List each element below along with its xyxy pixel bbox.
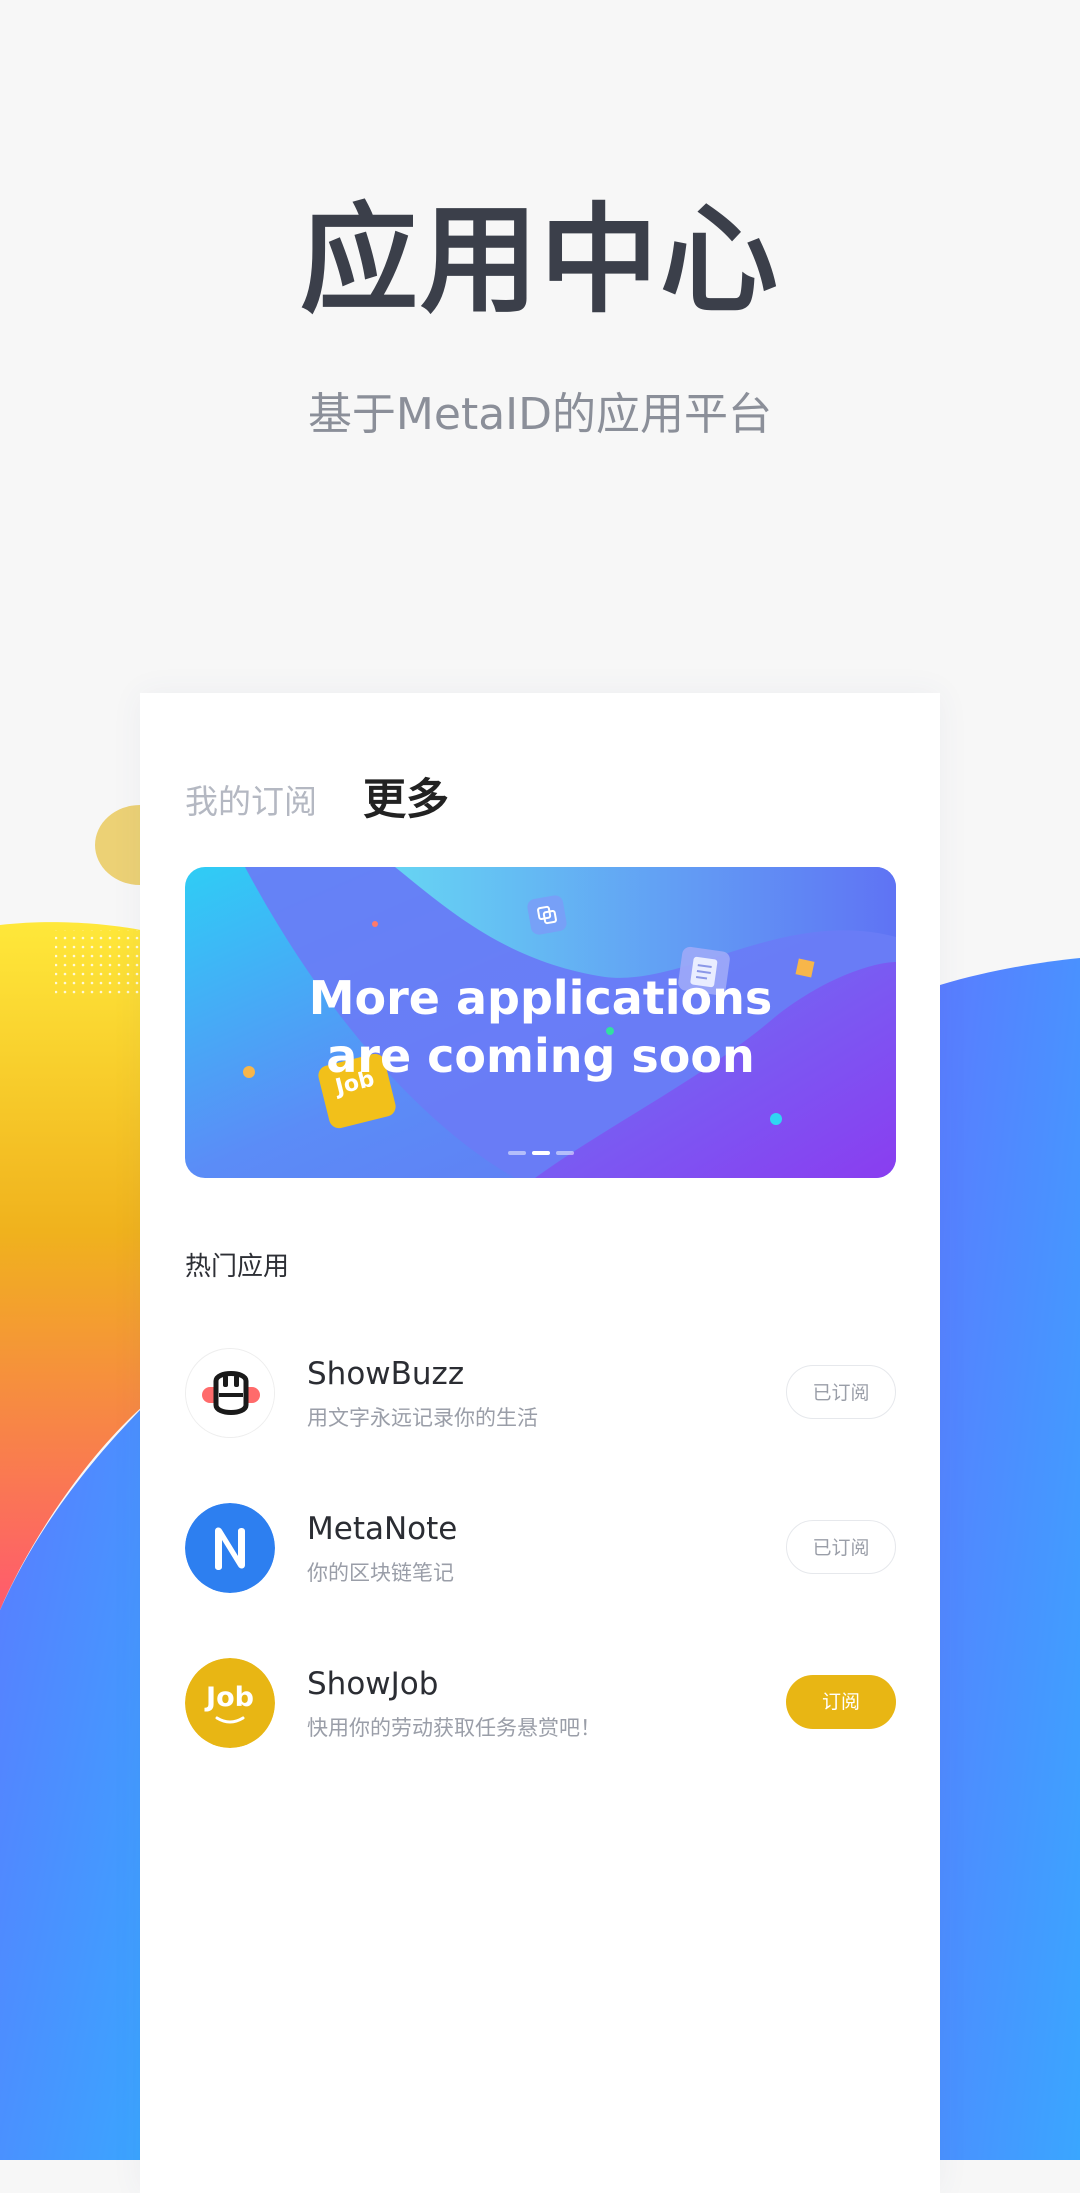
app-description: 快用你的劳动获取任务悬赏吧！	[307, 1716, 601, 1740]
app-center-card: 我的订阅 更多 Job More applications are coming…	[140, 693, 940, 2193]
app-description: 用文字永远记录你的生活	[307, 1406, 538, 1430]
subscribed-button[interactable]: 已订阅	[786, 1520, 896, 1574]
app-description: 你的区块链笔记	[307, 1561, 454, 1585]
metanote-icon	[185, 1503, 275, 1593]
tab-my-subscriptions[interactable]: 我的订阅	[185, 775, 317, 823]
link-icon	[527, 895, 567, 935]
app-name: ShowJob	[307, 1666, 439, 1702]
page-title: 应用中心	[299, 191, 780, 329]
showbuzz-icon	[185, 1348, 275, 1438]
app-row-showbuzz[interactable]: ShowBuzz 用文字永远记录你的生活 已订阅	[185, 1348, 896, 1438]
showjob-icon-label: Job	[206, 1682, 254, 1713]
carousel-dot-active[interactable]	[531, 1151, 550, 1155]
section-title-hot-apps: 热门应用	[185, 1252, 290, 1282]
app-row-metanote[interactable]: MetaNote 你的区块链笔记 已订阅	[185, 1503, 896, 1593]
page-subtitle: 基于MetaID的应用平台	[307, 389, 773, 440]
subscribe-button[interactable]: 订阅	[786, 1675, 896, 1729]
app-row-showjob[interactable]: Job ShowJob 快用你的劳动获取任务悬赏吧！ 订阅	[185, 1658, 896, 1748]
banner-headline: More applications are coming soon	[185, 969, 896, 1085]
tab-more[interactable]: 更多	[363, 765, 449, 827]
carousel-indicator	[185, 1151, 896, 1157]
app-name: MetaNote	[307, 1511, 458, 1547]
banner-line-2: are coming soon	[326, 1029, 755, 1083]
promo-banner[interactable]: Job More applications are coming soon	[185, 867, 896, 1178]
subscribed-button[interactable]: 已订阅	[786, 1365, 896, 1419]
carousel-dot[interactable]	[555, 1151, 574, 1155]
banner-line-1: More applications	[308, 971, 773, 1025]
showjob-icon: Job	[185, 1658, 275, 1748]
carousel-dot[interactable]	[507, 1151, 526, 1155]
app-name: ShowBuzz	[307, 1356, 465, 1392]
